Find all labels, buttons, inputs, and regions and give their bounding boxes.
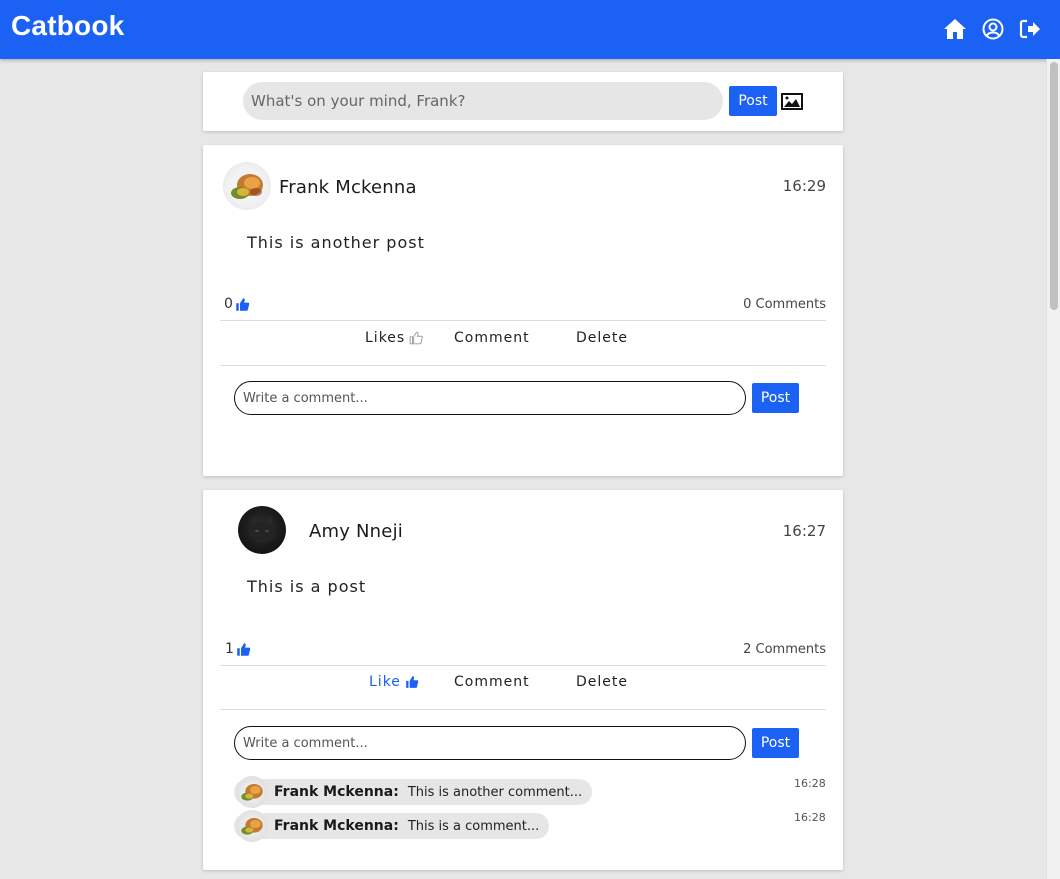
top-navbar: Catbook [0, 0, 1060, 59]
post-card: Amy Nneji 16:27 This is a post 1 2 Comme… [203, 490, 843, 870]
post-author[interactable]: Amy Nneji [309, 521, 403, 542]
comment-time: 16:28 [794, 811, 826, 824]
like-count: 0 [224, 296, 250, 312]
home-icon[interactable] [943, 17, 967, 41]
thumbs-up-icon [406, 676, 419, 688]
scrollbar-thumb[interactable] [1050, 62, 1058, 310]
divider [220, 709, 826, 710]
thumbs-up-icon [237, 642, 251, 656]
thumbs-up-outline-icon [409, 331, 423, 345]
comments-count[interactable]: 0 Comments [743, 297, 826, 312]
comment-item: Frank Mckenna: This is a comment... [234, 810, 550, 842]
avatar[interactable] [238, 506, 286, 554]
cat-avatar-image [249, 516, 275, 543]
comments-count[interactable]: 2 Comments [743, 642, 826, 657]
comment-button[interactable]: Comment [454, 330, 530, 346]
post-author[interactable]: Frank Mckenna [279, 177, 417, 198]
image-upload-icon[interactable] [781, 93, 803, 110]
mango-avatar-image [241, 818, 263, 835]
comment-text: This is a comment... [407, 818, 540, 834]
comment-bubble: Frank Mckenna: This is a comment... [234, 813, 550, 839]
comment-time: 16:28 [794, 777, 826, 790]
comment-avatar[interactable] [236, 810, 268, 842]
like-button-label: Like [369, 674, 401, 690]
like-count: 1 [225, 641, 251, 657]
mango-avatar-image [231, 174, 263, 199]
post-card: Frank Mckenna 16:29 This is another post… [203, 145, 843, 476]
comment-author[interactable]: Frank Mckenna: [274, 818, 399, 834]
post-time: 16:27 [782, 522, 826, 540]
composer-card: Post [203, 72, 843, 131]
logout-icon[interactable] [1018, 17, 1042, 41]
profile-icon[interactable] [981, 17, 1005, 41]
comment-input[interactable] [234, 726, 746, 760]
post-time: 16:29 [782, 177, 826, 195]
comment-post-button[interactable]: Post [752, 728, 799, 758]
like-button-label: Likes [365, 330, 406, 346]
post-text: This is a post [247, 577, 367, 596]
like-count-value: 0 [224, 296, 233, 312]
comment-bubble: Frank Mckenna: This is another comment..… [234, 779, 593, 805]
like-count-value: 1 [225, 641, 234, 657]
divider [220, 320, 826, 321]
avatar[interactable] [223, 162, 271, 210]
divider [220, 665, 826, 666]
thumbs-up-icon [236, 297, 250, 311]
composer-post-button[interactable]: Post [729, 86, 777, 116]
divider [220, 365, 826, 366]
comment-input[interactable] [234, 381, 746, 415]
delete-button[interactable]: Delete [576, 674, 628, 690]
mango-avatar-image [241, 784, 263, 801]
like-button[interactable]: Likes [365, 330, 423, 346]
delete-button[interactable]: Delete [576, 330, 628, 346]
composer-input[interactable] [243, 82, 723, 120]
comment-author[interactable]: Frank Mckenna: [274, 784, 399, 800]
page-scrollbar[interactable] [1046, 59, 1060, 879]
comment-button[interactable]: Comment [454, 674, 530, 690]
post-text: This is another post [247, 233, 425, 252]
comment-text: This is another comment... [407, 784, 583, 800]
comment-item: Frank Mckenna: This is another comment..… [234, 776, 593, 808]
brand-logo[interactable]: Catbook [11, 10, 124, 42]
comment-avatar[interactable] [236, 776, 268, 808]
comment-post-button[interactable]: Post [752, 383, 799, 413]
like-button[interactable]: Like [369, 674, 419, 690]
